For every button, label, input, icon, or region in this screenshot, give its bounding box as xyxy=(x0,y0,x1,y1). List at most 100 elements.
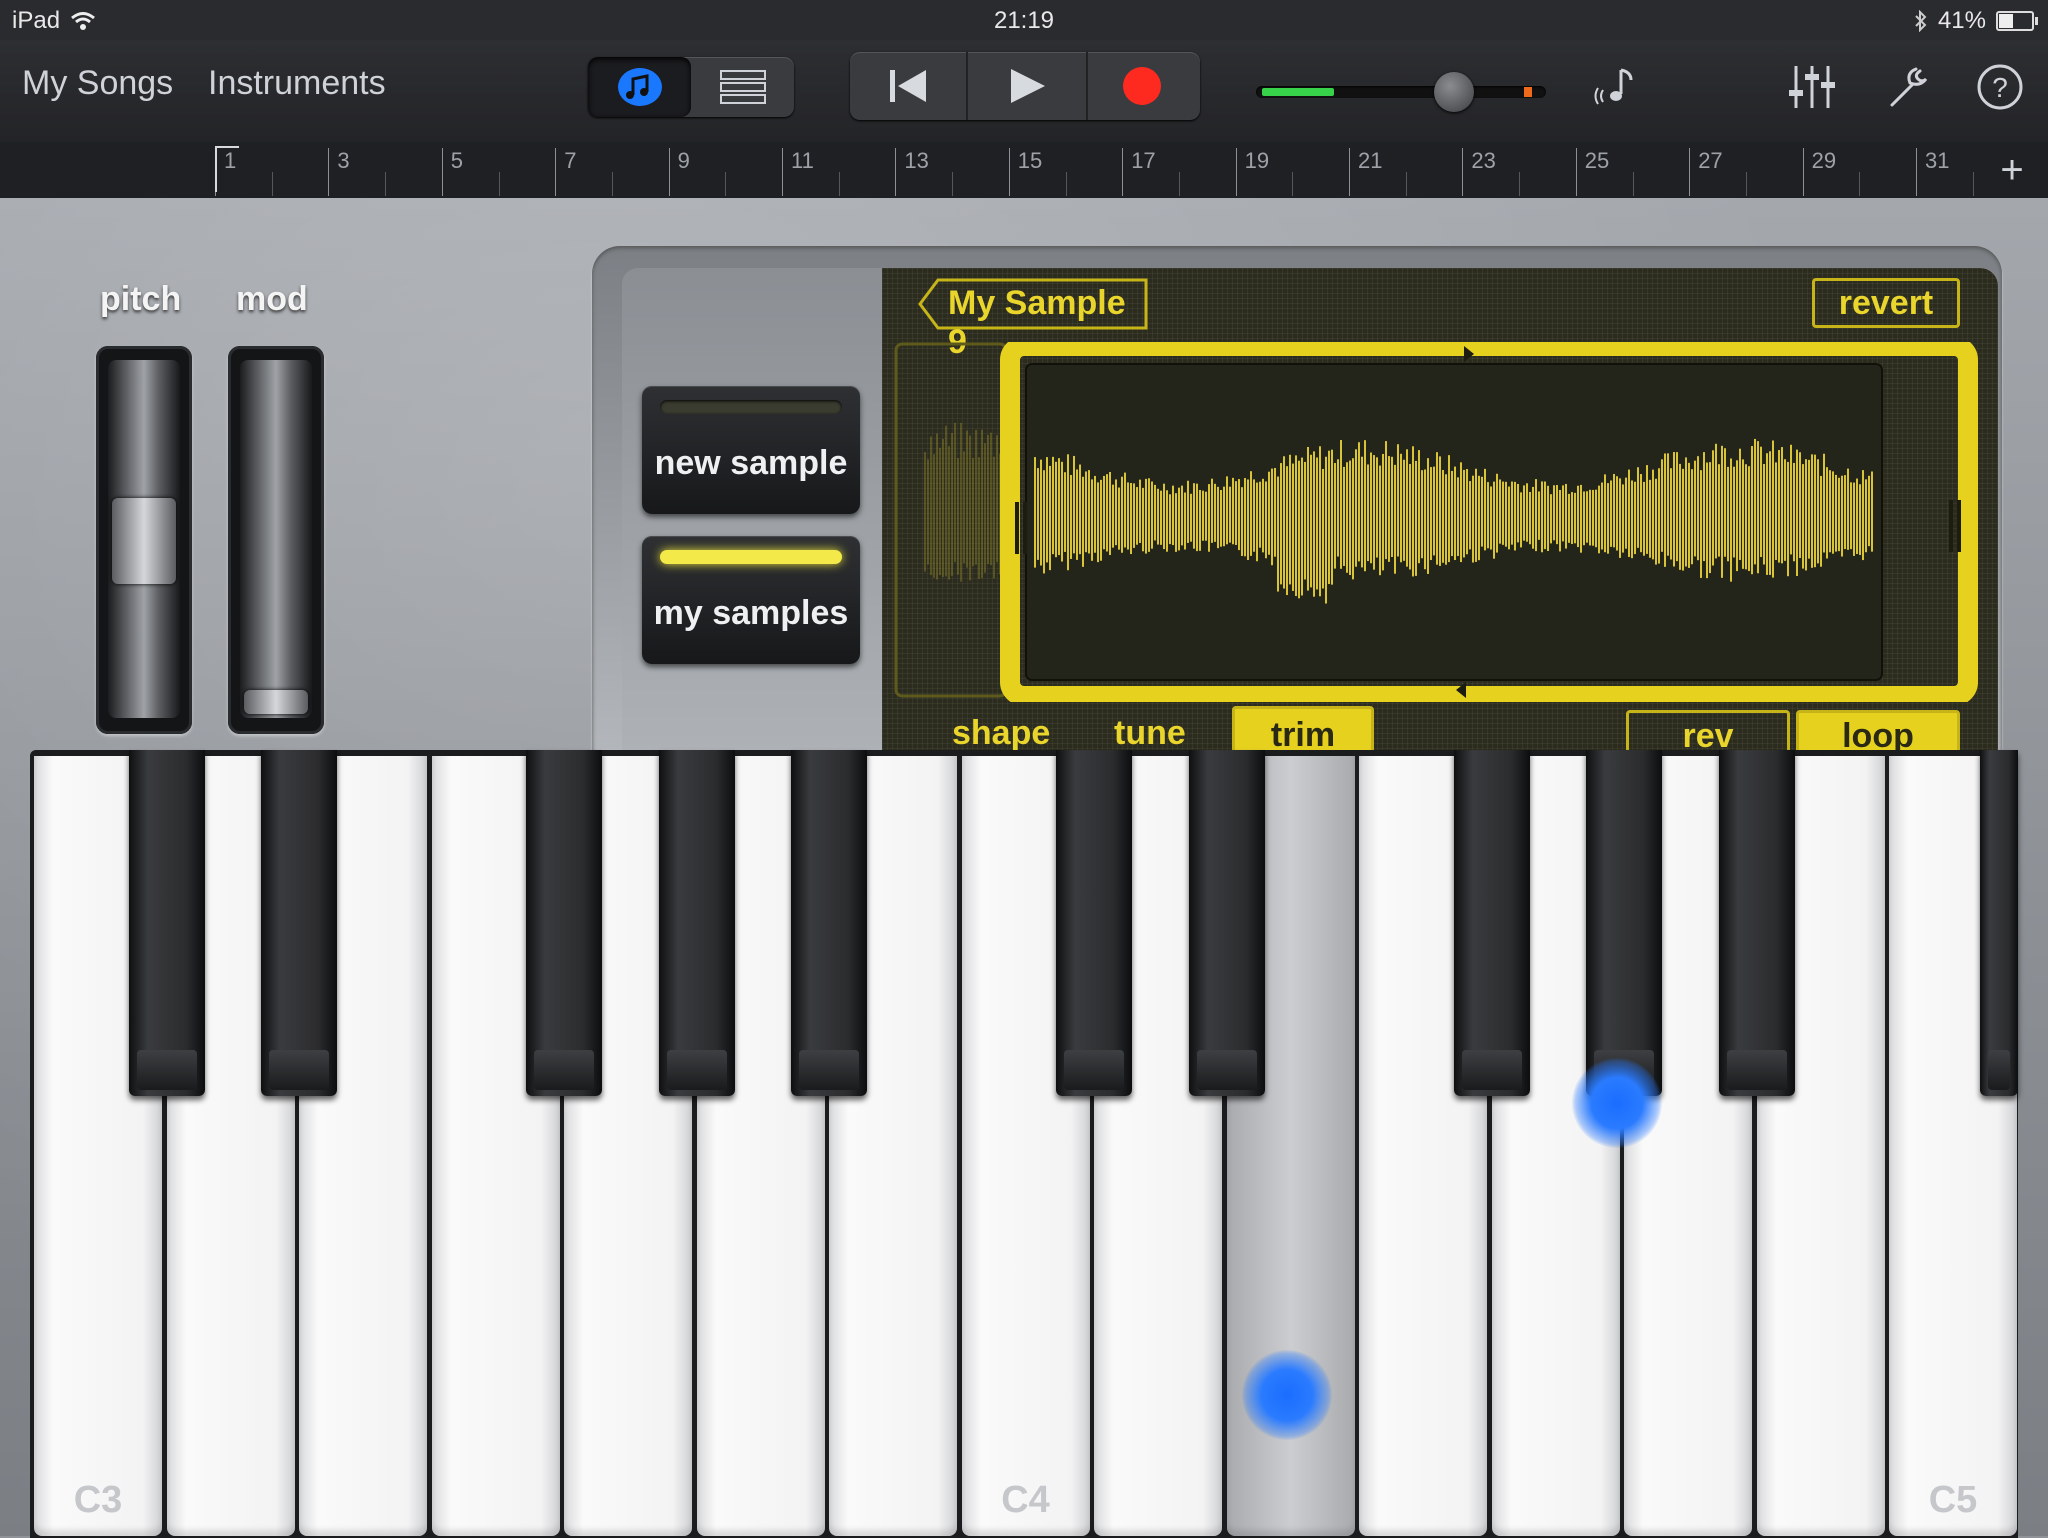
settings-button[interactable] xyxy=(1880,57,1940,117)
waveform-bar xyxy=(1784,459,1786,561)
waveform-bar xyxy=(1844,475,1846,550)
waveform-bar xyxy=(1337,459,1339,557)
rewind-button[interactable] xyxy=(850,52,966,120)
black-key[interactable] xyxy=(1453,750,1530,1096)
waveform-bar xyxy=(1550,494,1552,544)
new-sample-button[interactable]: new sample xyxy=(642,386,860,514)
waveform-bar xyxy=(1325,456,1327,604)
waveform-bar xyxy=(1241,487,1243,556)
waveform-bar xyxy=(1472,475,1474,563)
waveform-bar xyxy=(948,446,950,580)
add-section-button[interactable]: + xyxy=(1992,148,2032,193)
waveform-bar xyxy=(1346,462,1348,573)
waveform-bar xyxy=(1829,470,1831,553)
sample-name-button[interactable]: My Sample 9 xyxy=(918,278,1150,361)
waveform-bar xyxy=(1436,452,1438,565)
waveform-bar xyxy=(1649,479,1651,558)
help-icon: ? xyxy=(1977,64,2023,110)
tab-shape[interactable]: shape xyxy=(952,714,1050,753)
timeline-ruler[interactable]: 1 3 5 7 9 11 13 15 17 19 21 23 25 27 29 31 + xyxy=(0,142,2048,200)
bar-number: 31 xyxy=(1916,148,1949,196)
waveform-bar xyxy=(1130,483,1132,555)
mod-wheel-knob[interactable] xyxy=(244,690,308,714)
waveform-bar xyxy=(1625,477,1627,549)
pitch-wheel-knob[interactable] xyxy=(112,498,176,584)
revert-label: revert xyxy=(1838,283,1934,322)
waveform-bar xyxy=(1442,469,1444,563)
playhead[interactable] xyxy=(215,146,239,192)
clip-indicator xyxy=(1524,87,1532,97)
waveform-bar xyxy=(966,430,968,568)
mixer-button[interactable] xyxy=(1782,57,1842,117)
waveform-bar xyxy=(1769,451,1771,575)
tab-tune[interactable]: tune xyxy=(1114,714,1186,753)
waveform-bar xyxy=(1631,480,1633,559)
master-volume-slider[interactable] xyxy=(1256,72,1546,112)
waveform-bar xyxy=(939,447,941,576)
waveform-bar xyxy=(1805,459,1807,571)
bar-number: 13 xyxy=(895,148,929,196)
black-key[interactable] xyxy=(1586,750,1662,1096)
waveform-bar xyxy=(960,422,962,582)
waveform-bar xyxy=(1418,450,1420,564)
waveform-editor[interactable] xyxy=(894,342,1984,702)
waveform-bar xyxy=(1826,467,1828,559)
waveform-bar xyxy=(1223,486,1225,547)
black-key[interactable] xyxy=(791,750,867,1096)
my-samples-button[interactable]: my samples xyxy=(642,536,860,664)
help-button[interactable]: ? xyxy=(1970,57,2030,117)
waveform-bar xyxy=(1634,481,1636,555)
waveform-bar xyxy=(1247,479,1249,561)
touch-indicator xyxy=(1242,1350,1332,1440)
play-button[interactable] xyxy=(966,52,1088,120)
battery-percent: 41% xyxy=(1937,7,1986,34)
waveform-bar xyxy=(1259,481,1261,548)
waveform-bar xyxy=(1142,487,1144,552)
mod-wheel[interactable] xyxy=(240,360,312,718)
instrument-view-button[interactable] xyxy=(588,57,691,117)
waveform-bar xyxy=(1685,457,1687,567)
touch-indicator xyxy=(1572,1058,1662,1148)
waveform-bar xyxy=(1598,485,1600,554)
waveform-bar xyxy=(1439,456,1441,566)
waveform-bar xyxy=(1811,454,1813,568)
waveform-bar xyxy=(1538,491,1540,540)
black-key[interactable] xyxy=(658,750,735,1096)
black-key[interactable] xyxy=(526,750,602,1096)
waveform-screen: My Sample 9 revert shape tune trim rev l… xyxy=(882,268,1998,782)
tracks-view-button[interactable] xyxy=(691,57,794,117)
waveform-bar xyxy=(1187,480,1189,543)
metronome-button[interactable] xyxy=(1586,57,1646,117)
black-key[interactable] xyxy=(1188,750,1265,1096)
waveform-bar xyxy=(1556,485,1558,545)
black-key[interactable] xyxy=(1056,750,1132,1096)
revert-button[interactable]: revert xyxy=(1812,278,1960,328)
waveform-bar xyxy=(1790,444,1792,555)
waveform-bar xyxy=(1145,478,1147,554)
waveform-bar xyxy=(1517,483,1519,543)
instruments-button[interactable]: Instruments xyxy=(208,64,386,103)
ruler-tick xyxy=(1292,172,1294,196)
my-songs-button[interactable]: My Songs xyxy=(22,64,173,103)
record-button[interactable] xyxy=(1084,52,1200,120)
black-key[interactable] xyxy=(1980,750,2018,1096)
key-note-label: C5 xyxy=(1928,1479,1978,1521)
waveform-bar xyxy=(1154,484,1156,541)
volume-knob[interactable] xyxy=(1434,72,1474,112)
waveform-bar xyxy=(1505,481,1507,547)
waveform-bar xyxy=(1676,452,1678,562)
waveform-bar xyxy=(1544,481,1546,550)
waveform-bar xyxy=(1229,486,1231,543)
pitch-wheel[interactable] xyxy=(108,360,180,718)
new-sample-label: new sample xyxy=(654,444,848,482)
waveform-bar xyxy=(1034,457,1036,568)
black-key[interactable] xyxy=(261,750,337,1096)
waveform-bar xyxy=(1385,441,1387,560)
waveform-bar xyxy=(1721,445,1723,578)
waveform-bar xyxy=(1751,446,1753,575)
waveform-bar xyxy=(1184,492,1186,550)
waveform-bar xyxy=(1310,454,1312,588)
waveform-bar xyxy=(957,458,959,575)
black-key[interactable] xyxy=(1718,750,1795,1096)
black-key[interactable] xyxy=(128,750,205,1096)
